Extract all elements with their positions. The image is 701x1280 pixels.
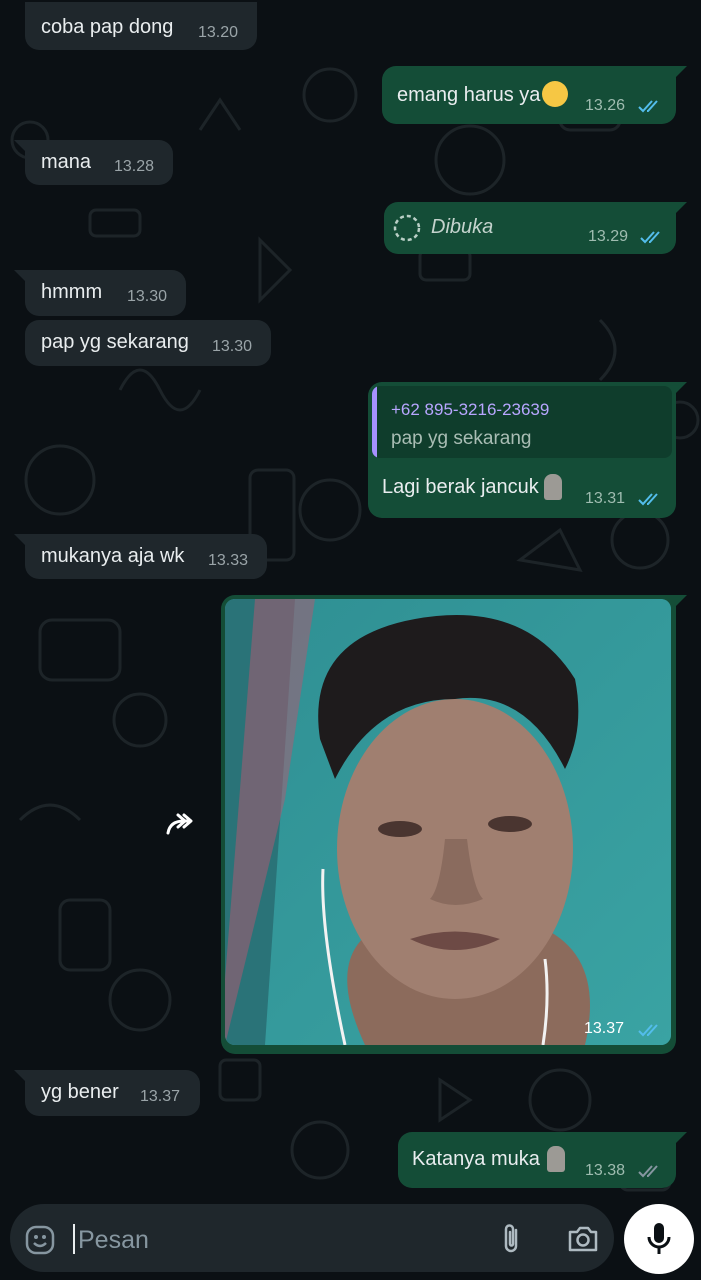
double-check-icon [638,493,658,506]
message-text: emang harus ya [397,84,541,106]
message-time: 13.30 [212,338,253,355]
message-composer[interactable]: Pesan [10,1204,614,1272]
message-incoming[interactable]: yg bener 13.37 [14,1070,200,1116]
message-time: 13.26 [585,97,626,114]
voice-record-button[interactable] [624,1204,694,1274]
message-outgoing-view-once[interactable]: Dibuka 13.29 [384,202,687,254]
quoted-text: pap yg sekarang [391,428,532,449]
message-outgoing-photo[interactable]: 13.37 [221,595,687,1054]
message-incoming[interactable]: mukanya aja wk 13.33 [14,534,267,579]
bubble-tail [675,66,687,78]
message-time: 13.20 [198,24,239,41]
bubble-tail [675,382,687,394]
message-time: 13.30 [127,288,168,305]
forward-icon[interactable] [160,805,204,845]
camera-icon[interactable] [566,1224,600,1254]
message-time: 13.38 [585,1162,626,1179]
double-check-icon [638,1165,658,1178]
mic-icon [647,1223,671,1254]
message-incoming[interactable]: hmmm 13.30 [14,270,186,316]
message-text: Katanya muka [412,1148,540,1170]
bubble-tail [675,595,687,607]
double-check-icon [638,1024,658,1037]
message-incoming[interactable]: coba pap dong 13.20 [25,2,257,50]
message-text: hmmm [41,281,103,303]
message-outgoing-reply[interactable]: +62 895-3216-23639 pap yg sekarang Lagi … [368,382,687,518]
message-time: 13.37 [140,1088,181,1105]
message-text: mana [41,151,92,173]
quoted-sender: +62 895-3216-23639 [391,400,550,419]
sad-sweat-emoji-icon [542,81,568,107]
message-text: Lagi berak jancuk [382,476,539,498]
moai-emoji-icon [544,474,562,500]
quoted-message[interactable]: +62 895-3216-23639 pap yg sekarang [372,386,672,458]
bubble-tail [14,534,26,546]
message-text: mukanya aja wk [41,545,185,567]
message-time: 13.37 [584,1020,625,1037]
double-check-icon [638,100,658,113]
message-time: 13.28 [114,158,155,175]
quote-accent-bar [372,386,377,458]
text-caret [73,1224,75,1254]
message-incoming[interactable]: pap yg sekarang 13.30 [25,320,271,366]
bubble-tail [14,140,26,152]
message-time: 13.29 [588,228,629,245]
double-check-icon [640,231,660,244]
bubble-tail [675,202,687,214]
photo-image[interactable] [225,599,671,1045]
view-once-icon [393,214,421,242]
selfie-photo [225,599,671,1045]
attach-icon[interactable] [498,1222,526,1256]
message-time: 13.33 [208,552,249,569]
message-outgoing[interactable]: Katanya muka 13.38 [398,1132,687,1188]
message-text: pap yg sekarang [41,331,189,353]
message-text: coba pap dong [41,16,174,38]
bubble-tail [14,1070,26,1082]
message-incoming[interactable]: mana 13.28 [14,140,173,185]
message-text: Dibuka [431,216,494,238]
message-outgoing[interactable]: emang harus ya 13.26 [382,66,687,124]
message-time: 13.31 [585,490,626,507]
bubble-tail [14,270,26,282]
emoji-icon[interactable] [24,1224,56,1256]
message-text: yg bener [41,1081,119,1103]
message-input[interactable]: Pesan [78,1226,149,1255]
bubble-tail [675,1132,687,1144]
moai-emoji-icon [547,1146,565,1172]
